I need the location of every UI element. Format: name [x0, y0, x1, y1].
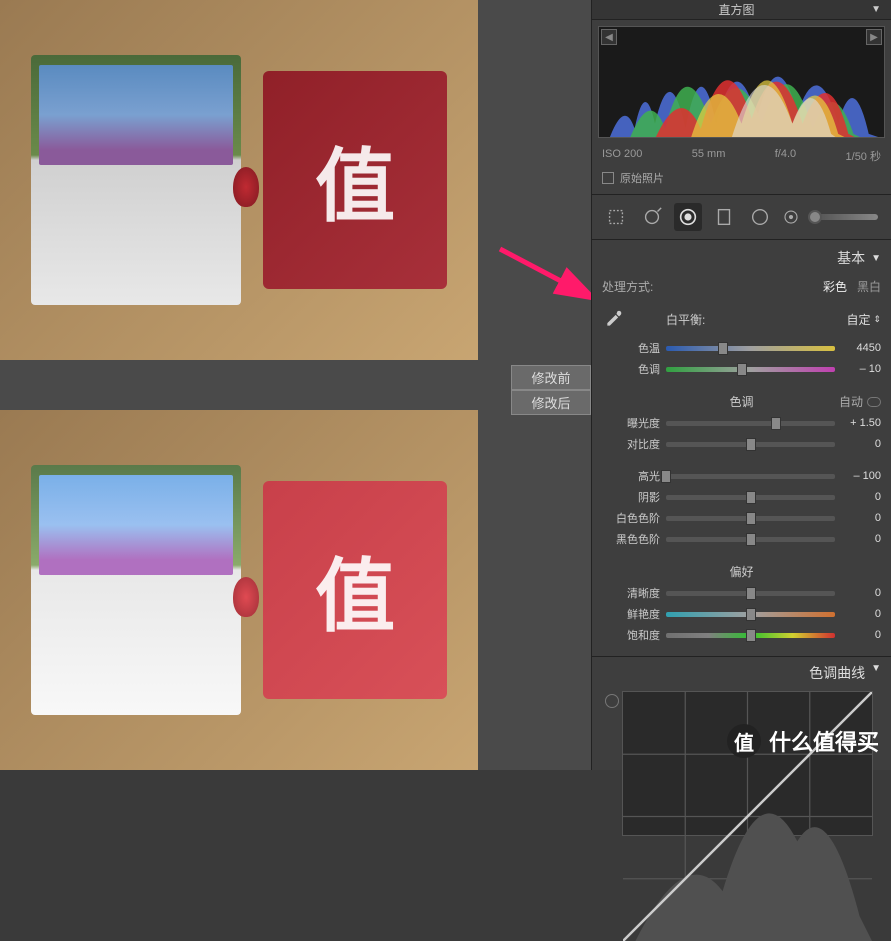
- checkbox-icon[interactable]: [602, 172, 614, 184]
- watermark: 值 什么值得买: [727, 724, 879, 758]
- wb-label: 白平衡:: [666, 311, 705, 328]
- highlights-slider[interactable]: 高光 – 100: [602, 466, 881, 486]
- laptop-graphic: [31, 465, 241, 715]
- basic-title: 基本: [837, 248, 865, 268]
- exposure-slider[interactable]: 曝光度 + 1.50: [602, 413, 881, 433]
- watermark-badge: 值: [727, 724, 761, 758]
- photo-after[interactable]: 值: [0, 410, 478, 770]
- temp-slider[interactable]: 色温 4450: [602, 338, 881, 358]
- treatment-row: 处理方式: 彩色 黑白: [602, 274, 881, 305]
- exif-shutter: 1/50 秒: [846, 148, 881, 164]
- develop-panel: 直方图 ▼ ◀ ▶ ISO 200 55 mm f/4.0 1/50 秒 原始照…: [591, 0, 891, 770]
- tone-header: 色调 自动: [602, 389, 881, 412]
- original-photo-label: 原始照片: [620, 170, 664, 186]
- auto-toggle[interactable]: [867, 397, 881, 407]
- collapse-icon: ▼: [871, 663, 881, 683]
- label-after: 修改后: [511, 390, 591, 415]
- whites-slider[interactable]: 白色色阶 0: [602, 508, 881, 528]
- basic-panel: 基本 ▼ 处理方式: 彩色 黑白 白平衡: 自定⇕ 色温 4450 色调: [592, 240, 891, 657]
- photo-before[interactable]: 值: [0, 0, 478, 360]
- exif-row: ISO 200 55 mm f/4.0 1/50 秒: [592, 144, 891, 166]
- treatment-color[interactable]: 彩色: [823, 278, 847, 295]
- auto-tone-button[interactable]: 自动: [839, 393, 863, 410]
- label-before: 修改前: [511, 365, 591, 390]
- watermark-text: 什么值得买: [769, 725, 879, 757]
- redeye-tool[interactable]: [674, 203, 702, 231]
- exif-iso: ISO 200: [602, 148, 642, 164]
- grad-filter-tool[interactable]: [710, 203, 738, 231]
- mousepad-graphic: 值: [263, 481, 447, 699]
- blacks-slider[interactable]: 黑色色阶 0: [602, 529, 881, 549]
- presence-header: 偏好: [602, 559, 881, 582]
- histogram-title: 直方图: [719, 1, 755, 18]
- collapse-icon: ▼: [871, 253, 881, 264]
- exif-focal: 55 mm: [692, 148, 726, 164]
- mousepad-graphic: 值: [263, 71, 447, 289]
- treatment-label: 处理方式:: [602, 278, 653, 295]
- basic-panel-header[interactable]: 基本 ▼: [602, 246, 881, 274]
- mouse-graphic: [233, 167, 259, 207]
- tone-curve-graph[interactable]: [622, 691, 873, 836]
- laptop-graphic: [31, 55, 241, 305]
- wb-preset-select[interactable]: 自定⇕: [846, 311, 881, 328]
- shadows-slider[interactable]: 阴影 0: [602, 487, 881, 507]
- tint-slider[interactable]: 色调 – 10: [602, 359, 881, 379]
- exif-aperture: f/4.0: [775, 148, 796, 164]
- eyedropper-tool[interactable]: [602, 307, 626, 331]
- target-adjust-icon[interactable]: [605, 694, 619, 708]
- white-balance-row: 白平衡: 自定⇕: [602, 305, 881, 337]
- vibrance-slider[interactable]: 鲜艳度 0: [602, 604, 881, 624]
- tool-strip: [592, 195, 891, 240]
- saturation-slider[interactable]: 饱和度 0: [602, 625, 881, 645]
- spot-tool[interactable]: [638, 203, 666, 231]
- histogram[interactable]: ◀ ▶: [598, 26, 885, 138]
- tone-curve-header[interactable]: 色调曲线 ▼: [602, 661, 881, 687]
- radial-filter-tool[interactable]: [746, 203, 774, 231]
- preview-area: 值 修改前 修改后 值: [0, 0, 591, 770]
- crop-tool[interactable]: [602, 203, 630, 231]
- histogram-panel-header[interactable]: 直方图 ▼: [592, 0, 891, 20]
- treatment-bw[interactable]: 黑白: [857, 278, 881, 295]
- brush-tool[interactable]: [782, 203, 881, 231]
- original-photo-row[interactable]: 原始照片: [592, 166, 891, 195]
- clarity-slider[interactable]: 清晰度 0: [602, 583, 881, 603]
- collapse-icon: ▼: [871, 4, 881, 15]
- mouse-graphic: [233, 577, 259, 617]
- contrast-slider[interactable]: 对比度 0: [602, 434, 881, 454]
